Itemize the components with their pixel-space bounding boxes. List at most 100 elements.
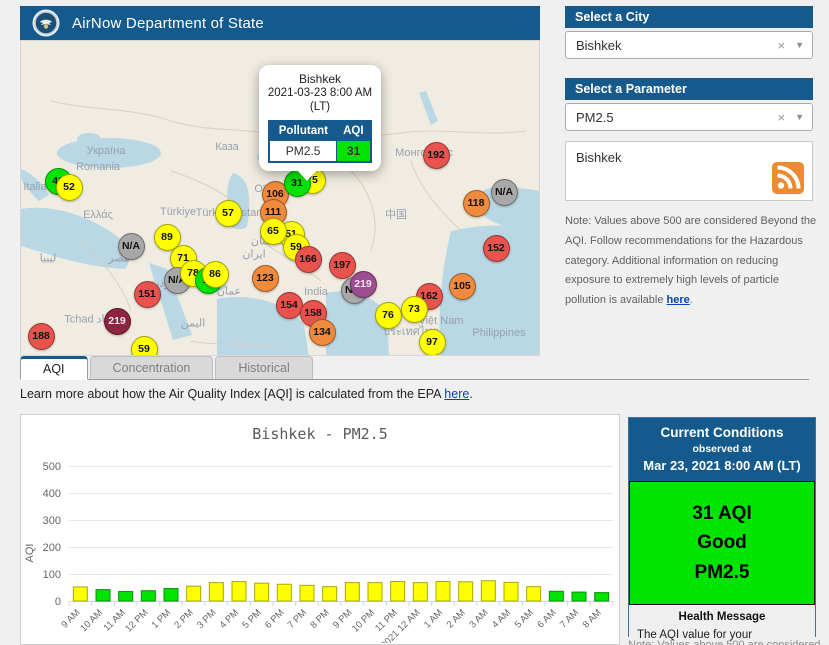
bar[interactable] bbox=[299, 584, 315, 602]
bar[interactable] bbox=[412, 582, 428, 602]
map-label: ايران bbox=[242, 248, 266, 261]
aqi-marker[interactable]: 105 bbox=[448, 272, 476, 300]
x-tick-label: 1 AM bbox=[422, 607, 445, 630]
bar[interactable] bbox=[571, 591, 587, 602]
aqi-marker[interactable]: 76 bbox=[374, 301, 402, 329]
bar[interactable] bbox=[480, 580, 496, 602]
bar[interactable] bbox=[208, 582, 224, 602]
aqi-marker[interactable]: 97 bbox=[418, 328, 446, 355]
map-popup: Bishkek 2021-03-23 8:00 AM (LT) Pollutan… bbox=[259, 65, 381, 181]
city-dropdown-caret-icon[interactable]: ▼ bbox=[795, 40, 804, 50]
select-city-header: Select a City bbox=[565, 6, 813, 28]
aqi-marker[interactable]: 57 bbox=[214, 199, 242, 227]
aqi-marker[interactable]: 59 bbox=[130, 335, 158, 355]
learn-more-period: . bbox=[469, 387, 473, 401]
aqi-marker[interactable]: 73 bbox=[400, 295, 428, 323]
current-conditions-panel: Current Conditions observed at Mar 23, 2… bbox=[628, 417, 816, 645]
aqi-marker[interactable]: 219 bbox=[103, 307, 131, 335]
bar[interactable] bbox=[163, 588, 179, 602]
city-select-value: Bishkek bbox=[576, 37, 622, 53]
aqi-marker[interactable]: 151 bbox=[133, 280, 161, 308]
bar[interactable] bbox=[186, 585, 202, 602]
cc-aqi-block: 31 AQI Good PM2.5 bbox=[629, 481, 815, 606]
rss-icon[interactable] bbox=[772, 162, 804, 194]
bar[interactable] bbox=[118, 591, 134, 602]
learn-more-body: Learn more about how the Air Quality Ind… bbox=[20, 387, 445, 401]
bar[interactable] bbox=[594, 592, 610, 602]
aqi-marker[interactable]: 166 bbox=[294, 245, 322, 273]
aqi-marker[interactable]: N/A bbox=[490, 178, 518, 206]
bar[interactable] bbox=[322, 586, 338, 602]
bar[interactable] bbox=[458, 581, 474, 602]
cc-health-title: Health Message bbox=[678, 611, 766, 624]
bar[interactable] bbox=[367, 582, 383, 602]
bar[interactable] bbox=[435, 581, 451, 602]
x-tick-label: 1 PM bbox=[150, 607, 174, 631]
aqi-marker[interactable]: 192 bbox=[422, 141, 450, 169]
x-tick-label: 10 AM bbox=[78, 607, 105, 634]
popup-city: Bishkek bbox=[298, 72, 342, 86]
chart-title: Bishkek - PM2.5 bbox=[252, 425, 388, 443]
map-label: Italia bbox=[23, 181, 47, 193]
tab-aqi[interactable]: AQI bbox=[20, 356, 88, 380]
x-tick-label: 3 AM bbox=[467, 607, 490, 630]
map-label: Philippines bbox=[472, 327, 526, 339]
note-here-link[interactable]: here bbox=[667, 294, 690, 306]
map-label: ليبيا bbox=[39, 252, 57, 265]
bar[interactable] bbox=[503, 581, 519, 602]
aqi-marker[interactable]: 52 bbox=[55, 173, 83, 201]
popup-timezone: (LT) bbox=[309, 101, 331, 114]
popup-aqi-header: AQI bbox=[336, 120, 371, 141]
tab-concentration[interactable]: Concentration bbox=[89, 356, 214, 379]
dos-seal-logo bbox=[32, 9, 60, 37]
bar[interactable] bbox=[526, 586, 542, 602]
tab-historical[interactable]: Historical bbox=[215, 356, 313, 379]
y-axis-label: AQI bbox=[24, 544, 36, 563]
aqi-marker[interactable]: N/A bbox=[117, 232, 145, 260]
bar[interactable] bbox=[344, 582, 360, 602]
bar[interactable] bbox=[276, 583, 292, 602]
aqi-marker[interactable]: 188 bbox=[27, 322, 55, 350]
popup-pollutant-value: PM2.5 bbox=[268, 139, 338, 163]
epa-here-link[interactable]: here bbox=[444, 387, 469, 401]
aqi-marker[interactable]: 86 bbox=[201, 260, 229, 288]
bar[interactable] bbox=[95, 589, 111, 602]
x-tick-label: 2 PM bbox=[172, 607, 196, 631]
bar[interactable] bbox=[390, 581, 406, 602]
parameter-dropdown-caret-icon[interactable]: ▼ bbox=[795, 112, 804, 122]
bar[interactable] bbox=[548, 590, 564, 602]
aqi-marker[interactable]: 154 bbox=[275, 291, 303, 319]
parameter-clear-icon[interactable]: × bbox=[773, 110, 795, 125]
bar[interactable] bbox=[254, 582, 270, 602]
city-select[interactable]: Bishkek × ▼ bbox=[565, 31, 813, 59]
sidebar-note-body: Note: Values above 500 are considered Be… bbox=[565, 215, 817, 307]
aqi-marker[interactable]: 118 bbox=[462, 189, 490, 217]
bar[interactable] bbox=[231, 581, 247, 602]
current-conditions-header: Current Conditions observed at Mar 23, 2… bbox=[629, 418, 815, 481]
map-label: Каза bbox=[215, 141, 239, 153]
parameter-select[interactable]: PM2.5 × ▼ bbox=[565, 103, 813, 131]
cc-aqi-value: 31 AQI bbox=[692, 503, 752, 524]
aqi-marker[interactable]: 219 bbox=[349, 270, 377, 298]
aqi-marker[interactable]: 197 bbox=[328, 251, 356, 279]
map-label: Ελλάς bbox=[83, 209, 113, 221]
y-tick-label: 400 bbox=[43, 488, 61, 500]
bar[interactable] bbox=[140, 590, 156, 602]
aqi-marker[interactable]: 123 bbox=[251, 264, 279, 292]
aqi-chart-card: Bishkek - PM2.5 0 100 200 300 400 500 AQI 9 AM 1… bbox=[20, 414, 620, 645]
y-tick-label: 200 bbox=[43, 542, 61, 554]
learn-more-text: Learn more about how the Air Quality Ind… bbox=[20, 387, 473, 401]
aqi-marker[interactable]: 152 bbox=[482, 234, 510, 262]
x-tick-label: 4 AM bbox=[490, 607, 513, 630]
bar[interactable] bbox=[72, 586, 88, 602]
popup-pollutant-header: Pollutant bbox=[269, 120, 337, 141]
aqi-marker[interactable]: 65 bbox=[259, 217, 287, 245]
city-clear-icon[interactable]: × bbox=[773, 38, 795, 53]
aqi-marker[interactable]: 134 bbox=[308, 318, 336, 346]
y-tick-label: 100 bbox=[43, 569, 61, 581]
y-tick-label: 0 bbox=[55, 596, 61, 608]
aqi-map[interactable]: УкраїнаКазаRomaniaItaliaΕλλάςTürkiyeO'zb… bbox=[20, 40, 540, 356]
y-tick-label: 300 bbox=[43, 515, 61, 527]
map-label: اليمن bbox=[180, 317, 206, 330]
app-header: AirNow Department of State bbox=[20, 6, 540, 40]
